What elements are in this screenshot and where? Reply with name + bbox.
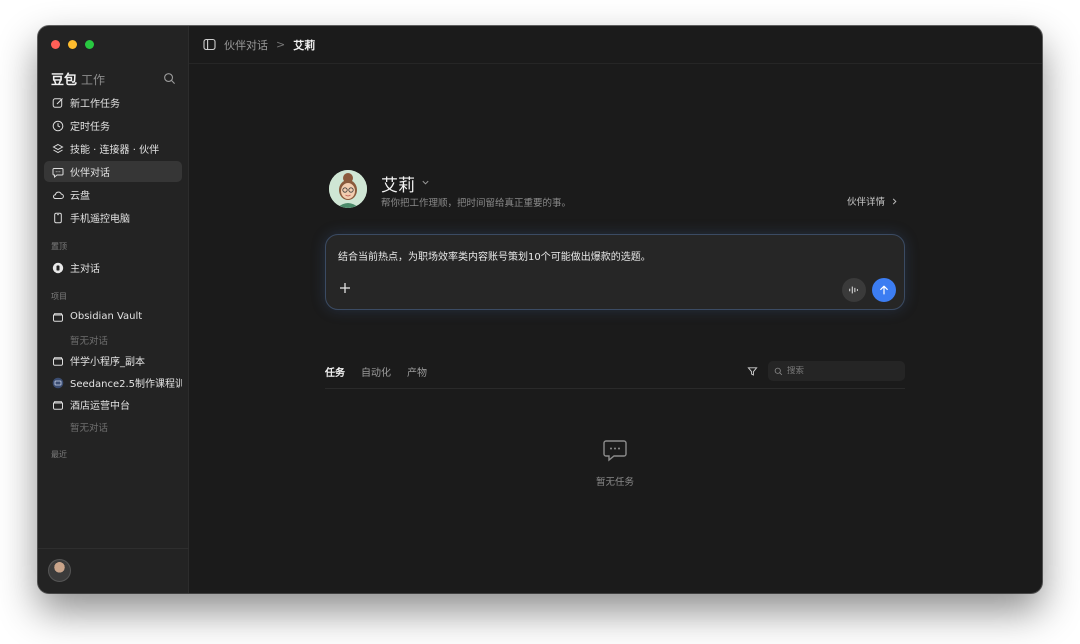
filter-icon [746,366,758,376]
add-attachment-icon[interactable] [338,280,352,294]
pinned-section-label: 置顶 [51,242,67,251]
topbar: 伙伴对话 > 艾莉 [189,26,1042,64]
nav-cloud-drive[interactable]: 云盘 [44,184,182,205]
partner-description: 帮你把工作理顺，把时间留给真正重要的事。 [381,198,572,209]
tab-artifacts[interactable]: 产物 [407,364,427,379]
project-seedance-course[interactable]: Seedance2.5制作课程训 [44,372,182,393]
recent-section-label: 最近 [51,450,67,459]
nav-label: 酒店运营中台 [70,401,130,412]
traffic-lights [51,40,94,49]
nav-skills[interactable]: 技能 · 连接器 · 伙伴 [44,138,182,159]
edit-icon [52,97,64,109]
partner-name-dropdown[interactable]: 艾莉 [381,171,430,196]
breadcrumb-current: 艾莉 [293,38,316,52]
voice-input-button[interactable] [842,278,866,302]
project-empty-text: 暂无对话 [70,336,109,347]
nav-label: 新工作任务 [70,99,120,110]
project-study-miniapp[interactable]: 伴学小程序_副本 [44,350,182,371]
pinned-main-chat[interactable]: 主对话 [44,257,182,278]
task-search-box[interactable] [768,361,905,381]
nav-label: 伙伴对话 [70,168,110,179]
partner-detail-link[interactable]: 伙伴详情 [847,194,898,208]
folder-icon [52,399,64,411]
nav-label: 主对话 [70,264,100,275]
empty-state-text: 暂无任务 [595,477,634,488]
folder-icon [52,311,64,323]
filter-button[interactable] [742,361,762,381]
nav-remote-control[interactable]: 手机遥控电脑 [44,207,182,228]
sidebar-toggle-icon[interactable] [203,38,216,51]
tab-tasks[interactable]: 任务 [325,364,345,379]
nav-partner-chat[interactable]: 伙伴对话 [44,161,182,182]
project-empty-text: 暂无对话 [70,423,109,434]
layers-icon [52,143,64,155]
project-hotel-ops[interactable]: 酒店运营中台 [44,394,182,415]
composer-input-text[interactable]: 结合当前热点，为职场效率类内容账号策划10个可能做出爆款的选题。 [338,248,651,263]
app-name: 豆包 [51,73,78,88]
cloud-icon [52,189,64,201]
sidebar: 豆包 工作 新工作任务 定时任务 技能 · 连接器 · 伙伴 伙伴对话 云盘 手… [38,26,189,593]
partner-name: 艾莉 [381,176,415,196]
minimize-window-button[interactable] [68,40,77,49]
chevron-down-icon [421,178,430,190]
nav-label: Obsidian Vault [70,311,143,322]
nav-new-task[interactable]: 新工作任务 [44,92,182,113]
message-composer[interactable]: 结合当前热点，为职场效率类内容账号策划10个可能做出爆款的选题。 [325,234,905,310]
partner-avatar [329,170,367,208]
nav-label: 手机遥控电脑 [70,214,130,225]
project-obsidian-vault[interactable]: Obsidian Vault [44,306,182,327]
sidebar-divider [38,548,189,549]
main-chat-icon [52,262,64,274]
app-subtitle: 工作 [81,73,106,87]
tab-automation[interactable]: 自动化 [361,364,391,379]
nav-label: Seedance2.5制作课程训 [70,379,182,390]
tabs-divider [325,388,905,389]
arrow-up-icon [880,285,888,295]
send-button[interactable] [872,278,896,302]
app-title: 豆包 工作 [51,69,105,88]
search-icon [774,367,783,375]
nav-label: 定时任务 [70,122,110,133]
task-search-input[interactable] [787,366,897,376]
nav-label: 伴学小程序_副本 [70,357,145,368]
breadcrumb-separator: > [276,38,286,51]
phone-icon [52,212,64,224]
partner-detail-label: 伙伴详情 [847,197,886,208]
chat-icon [52,166,64,178]
nav-scheduled-task[interactable]: 定时任务 [44,115,182,136]
clock-icon [52,120,64,132]
user-avatar[interactable] [48,559,71,582]
chevron-right-icon [891,197,898,206]
task-tabs: 任务 自动化 产物 [325,364,427,379]
zoom-window-button[interactable] [85,40,94,49]
empty-chat-icon [602,437,628,463]
projects-section-label: 项目 [51,292,67,301]
nav-label: 技能 · 连接器 · 伙伴 [70,145,160,156]
course-icon [52,377,64,389]
waveform-icon [849,286,858,294]
close-window-button[interactable] [51,40,60,49]
breadcrumb-parent[interactable]: 伙伴对话 [224,37,268,53]
nav-label: 云盘 [70,191,90,202]
search-icon[interactable] [163,70,176,85]
folder-icon [52,355,64,367]
app-window: 豆包 工作 新工作任务 定时任务 技能 · 连接器 · 伙伴 伙伴对话 云盘 手… [38,26,1042,593]
